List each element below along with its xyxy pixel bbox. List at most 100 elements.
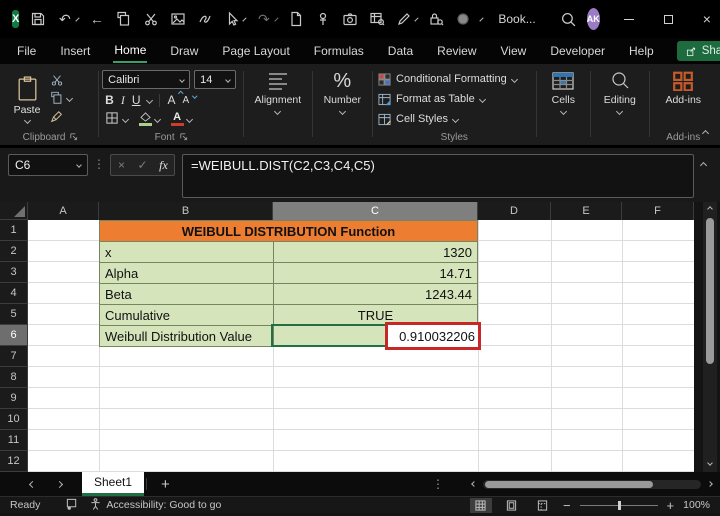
zoom-slider[interactable] (580, 505, 658, 506)
next-sheet-icon[interactable] (56, 480, 63, 487)
row-header-2[interactable]: 2 (0, 241, 28, 262)
save-icon[interactable] (29, 11, 46, 28)
touch-mode-menu-icon[interactable] (243, 17, 247, 21)
horizontal-scroll-thumb[interactable] (485, 481, 653, 488)
record-macro-icon[interactable] (454, 11, 471, 28)
cell-b3[interactable]: Alpha (100, 263, 274, 284)
camera-icon[interactable] (341, 11, 358, 28)
row-header-8[interactable]: 8 (0, 367, 28, 388)
back-icon[interactable]: ← (88, 11, 105, 28)
ink-pen-icon[interactable] (395, 11, 412, 28)
copy-icon[interactable] (115, 11, 132, 28)
underline-button[interactable]: U (132, 93, 141, 107)
zoom-slider-handle[interactable] (618, 501, 621, 510)
scroll-up-icon[interactable] (708, 202, 712, 215)
conditional-formatting-button[interactable]: Conditional Formatting (378, 71, 517, 88)
zoom-level[interactable]: 100% (683, 499, 710, 511)
cells-button[interactable]: Cells (540, 68, 588, 130)
name-box[interactable]: C6 (8, 154, 88, 176)
query-sheet-icon[interactable] (368, 11, 385, 28)
normal-view-button[interactable] (470, 498, 492, 513)
cell-c3[interactable]: 14.71 (274, 263, 478, 284)
cell-b4[interactable]: Beta (100, 284, 274, 305)
tab-help[interactable]: Help (628, 40, 655, 62)
macro-record-icon[interactable] (66, 498, 78, 513)
cell-b2[interactable]: x (100, 242, 274, 263)
previous-sheet-icon[interactable] (29, 480, 36, 487)
copy-button[interactable] (50, 91, 72, 106)
collapse-formula-bar-icon[interactable] (694, 154, 712, 176)
zoom-in-icon[interactable]: + (667, 498, 675, 513)
row-header-4[interactable]: 4 (0, 283, 28, 304)
column-header-f[interactable]: F (622, 202, 694, 220)
borders-button[interactable] (105, 111, 119, 128)
tab-file[interactable]: File (16, 40, 37, 62)
scroll-left-icon[interactable] (471, 481, 477, 487)
increase-font-button[interactable]: A (167, 93, 175, 107)
horizontal-scrollbar[interactable] (472, 480, 712, 489)
vertical-scroll-thumb[interactable] (706, 218, 714, 364)
cancel-entry-icon[interactable]: × (111, 158, 132, 172)
formula-input[interactable]: =WEIBULL.DIST(C2,C3,C4,C5) (182, 154, 694, 198)
tab-view[interactable]: View (500, 40, 528, 62)
tab-data[interactable]: Data (387, 40, 414, 62)
row-header-6[interactable]: 6 (0, 325, 28, 346)
picture-icon[interactable] (169, 11, 186, 28)
font-size-select[interactable]: 14 (194, 70, 236, 89)
close-button[interactable]: × (703, 12, 711, 26)
sheet-tab-sheet1[interactable]: Sheet1 (82, 472, 144, 496)
tab-review[interactable]: Review (436, 40, 477, 62)
editing-button[interactable]: Editing (594, 68, 646, 130)
page-break-view-button[interactable] (532, 498, 554, 513)
pin-icon[interactable] (314, 11, 331, 28)
column-header-c[interactable]: C (273, 202, 478, 220)
font-color-button[interactable]: A (170, 113, 184, 126)
number-button[interactable]: % Number (316, 68, 370, 130)
insert-function-icon[interactable]: fx (153, 158, 174, 173)
paste-button[interactable]: Paste (6, 68, 48, 130)
row-header-1[interactable]: 1 (0, 220, 28, 241)
column-header-d[interactable]: D (478, 202, 551, 220)
decrease-font-button[interactable]: A (183, 95, 190, 106)
cell-b6[interactable]: Weibull Distribution Value (100, 326, 274, 347)
cut-button[interactable] (50, 72, 72, 87)
undo-menu-icon[interactable] (76, 17, 80, 21)
format-as-table-button[interactable]: Format as Table (378, 91, 517, 108)
enter-entry-icon[interactable]: ✓ (132, 158, 153, 172)
draw-icon[interactable] (196, 11, 213, 28)
clipboard-dialog-launcher-icon[interactable] (69, 132, 78, 144)
font-color-menu-icon[interactable] (186, 115, 193, 122)
undo-icon[interactable]: ↶ (56, 11, 73, 28)
account-avatar[interactable]: AK (587, 8, 600, 30)
underline-menu-icon[interactable] (146, 96, 153, 103)
table-title-cell[interactable]: WEIBULL DISTRIBUTION Function (100, 221, 478, 242)
cell-c2[interactable]: 1320 (274, 242, 478, 263)
tab-insert[interactable]: Insert (59, 40, 91, 62)
row-header-10[interactable]: 10 (0, 409, 28, 430)
protect-icon[interactable] (427, 11, 444, 28)
tab-home[interactable]: Home (113, 39, 147, 63)
row-header-11[interactable]: 11 (0, 430, 28, 451)
tab-draw[interactable]: Draw (169, 40, 199, 62)
select-all-button[interactable] (0, 202, 28, 220)
font-name-select[interactable]: Calibri (102, 70, 190, 89)
share-button[interactable]: Share (677, 41, 720, 61)
tab-developer[interactable]: Developer (549, 40, 606, 62)
page-layout-view-button[interactable] (501, 498, 523, 513)
column-header-e[interactable]: E (551, 202, 622, 220)
row-header-12[interactable]: 12 (0, 451, 28, 472)
maximize-button[interactable] (664, 15, 673, 24)
cut-icon[interactable] (142, 11, 159, 28)
scroll-down-icon[interactable] (708, 456, 712, 469)
tab-formulas[interactable]: Formulas (313, 40, 365, 62)
bold-button[interactable]: B (105, 93, 114, 107)
touch-mode-icon[interactable] (223, 11, 240, 28)
addins-button[interactable]: Add-ins (653, 68, 714, 130)
italic-button[interactable]: I (121, 93, 125, 108)
search-icon[interactable] (560, 11, 577, 28)
minimize-button[interactable] (624, 19, 634, 20)
column-header-a[interactable]: A (28, 202, 99, 220)
tab-page-layout[interactable]: Page Layout (221, 40, 290, 62)
borders-menu-icon[interactable] (122, 115, 129, 122)
cell-b5[interactable]: Cumulative (100, 305, 274, 326)
